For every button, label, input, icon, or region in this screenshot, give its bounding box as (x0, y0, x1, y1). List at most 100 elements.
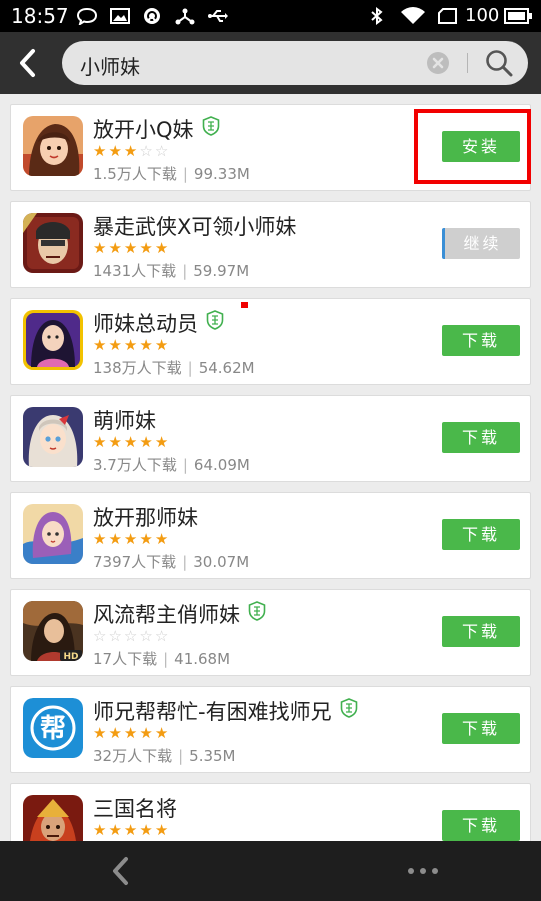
download-button[interactable]: 下载 (442, 810, 520, 841)
search-button[interactable] (484, 48, 514, 78)
more-options-button[interactable] (405, 861, 441, 881)
star-icon: ★ (108, 433, 124, 451)
highlight-box (414, 109, 531, 184)
rating-stars: ★★★★★ (93, 337, 170, 353)
app-icon-baozou-wuxia (23, 213, 83, 273)
star-icon: ★ (139, 239, 155, 257)
app-meta: 7397人下载 | 30.07M (93, 553, 250, 571)
app-list-item[interactable]: 三国名将 ★★★★★ 下载 (10, 783, 531, 841)
app-icon-bang-text: 帮 (23, 698, 83, 758)
app-meta: 32万人下载 | 5.35M (93, 747, 236, 765)
star-icon: ☆ (139, 627, 155, 645)
star-icon: ★ (108, 336, 124, 354)
battery-level: 100 (465, 5, 500, 26)
status-bar: 18:57 100 (0, 0, 541, 32)
app-icon-shimei-zongdongyuan (23, 310, 83, 370)
app-name: 师妹总动员 (93, 308, 224, 338)
star-icon: ☆ (93, 627, 109, 645)
app-name: 三国名将 (93, 797, 177, 821)
app-icon-fangkai-na-shimei (23, 504, 83, 564)
app-icon-sanguo-mingjiang (23, 795, 83, 841)
app-icon-fangkai-xiaoqmei (23, 116, 83, 176)
app-list-item[interactable]: 师妹总动员 ★★★★★ 138万人下载 | 54.62M 下载 (10, 298, 531, 385)
share-icon (174, 7, 196, 25)
app-list-item[interactable]: 萌师妹 ★★★★★ 3.7万人下载 | 64.09M 下载 (10, 395, 531, 482)
app-meta: 1.5万人下载 | 99.33M (93, 165, 250, 183)
continue-button[interactable]: 继续 (442, 228, 520, 259)
app-icon-fengliu-bangzhu: HD (23, 601, 83, 661)
more-dots-icon (408, 868, 438, 874)
star-icon: ★ (139, 724, 155, 742)
app-icon-meng-shimei (23, 407, 83, 467)
download-button[interactable]: 下载 (442, 616, 520, 647)
verified-shield-icon (340, 698, 358, 718)
star-icon: ★ (93, 821, 109, 839)
rating-stars: ★★★★★ (93, 822, 170, 838)
search-input[interactable]: 小师妹 (62, 41, 528, 85)
image-icon (109, 7, 131, 25)
app-list[interactable]: 放开小Q妹 ★★★☆☆ 1.5万人下载 | 99.33M 安装 暴走武侠X可领小师妹… (0, 94, 541, 841)
star-icon: ★ (154, 530, 171, 548)
battery-icon (504, 7, 532, 25)
star-icon: ★ (108, 142, 124, 160)
app-name: 师兄帮帮忙-有困难找师兄 (93, 696, 358, 726)
search-icon (486, 50, 513, 77)
rating-stars: ★★★★★ (93, 434, 170, 450)
rating-stars: ★★★☆☆ (93, 143, 170, 159)
rating-stars: ☆☆☆☆☆ (93, 628, 170, 644)
hd-badge: HD (63, 652, 78, 661)
star-icon: ★ (108, 239, 124, 257)
star-icon: ★ (154, 821, 171, 839)
star-icon: ★ (93, 336, 109, 354)
star-icon: ★ (123, 336, 140, 354)
back-button[interactable] (14, 46, 40, 80)
star-icon: ★ (154, 433, 171, 451)
app-name: 放开那师妹 (93, 506, 198, 530)
search-query[interactable]: 小师妹 (80, 51, 140, 80)
app-name: 放开小Q妹 (93, 114, 220, 144)
app-meta: 3.7万人下载 | 64.09M (93, 456, 250, 474)
star-icon: ☆ (154, 627, 171, 645)
download-button[interactable]: 下载 (442, 519, 520, 550)
star-icon: ☆ (139, 142, 155, 160)
star-icon: ★ (139, 821, 155, 839)
search-divider (467, 53, 468, 73)
wifi-icon (400, 7, 426, 25)
rating-stars: ★★★★★ (93, 725, 170, 741)
search-header: 小师妹 (0, 32, 541, 94)
clear-button[interactable] (427, 52, 449, 74)
app-list-item[interactable]: 暴走武侠X可领小师妹 ★★★★★ 1431人下载 | 59.97M 继续 (10, 201, 531, 288)
star-icon: ★ (123, 530, 140, 548)
star-icon: ★ (123, 433, 140, 451)
app-list-item[interactable]: 放开那师妹 ★★★★★ 7397人下载 | 30.07M 下载 (10, 492, 531, 579)
star-icon: ★ (154, 724, 171, 742)
download-button[interactable]: 下载 (442, 325, 520, 356)
star-icon: ★ (123, 724, 140, 742)
star-icon: ★ (139, 530, 155, 548)
download-button[interactable]: 下载 (442, 422, 520, 453)
app-meta: 17人下载 | 41.68M (93, 650, 231, 668)
app-list-item[interactable]: HD 风流帮主俏师妹 ☆☆☆☆☆ 17人下载 | 41.68M 下载 (10, 589, 531, 676)
chat-bubble-icon (76, 7, 98, 27)
star-icon: ★ (139, 336, 155, 354)
app-list-item[interactable]: 帮 师兄帮帮忙-有困难找师兄 ★★★★★ 32万人下载 | 5.35M 下载 (10, 686, 531, 773)
star-icon: ★ (93, 724, 109, 742)
verified-shield-icon (202, 116, 220, 136)
app-meta: 138万人下载 | 54.62M (93, 359, 255, 377)
app-name: 萌师妹 (93, 409, 156, 433)
red-marker (241, 302, 248, 308)
app-meta: 1431人下载 | 59.97M (93, 262, 250, 280)
bottom-nav-bar (0, 841, 541, 901)
verified-shield-icon (206, 310, 224, 330)
bang-icon-text: 帮 (40, 714, 66, 744)
star-icon: ★ (108, 724, 124, 742)
nav-back-button[interactable] (107, 854, 133, 888)
chevron-left-icon (113, 857, 128, 885)
star-icon: ★ (93, 530, 109, 548)
status-time: 18:57 (11, 4, 69, 28)
star-icon: ★ (108, 821, 124, 839)
app-name: 暴走武侠X可领小师妹 (93, 215, 297, 239)
star-icon: ★ (93, 433, 109, 451)
rating-stars: ★★★★★ (93, 240, 170, 256)
download-button[interactable]: 下载 (442, 713, 520, 744)
